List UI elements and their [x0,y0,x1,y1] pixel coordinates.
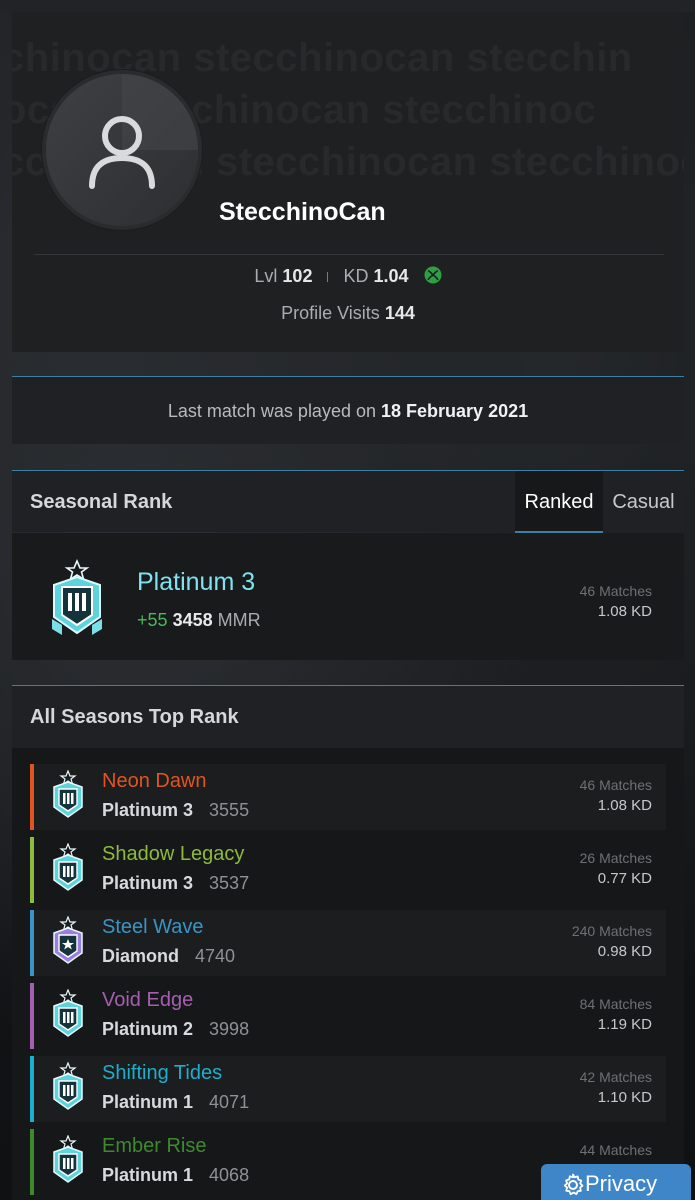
privacy-button[interactable]: Privacy [541,1164,691,1200]
season-rank: Platinum 3 3555 [102,800,249,821]
kd-value: 1.08 KD [597,603,652,620]
mmr-label: MMR [217,610,261,630]
matches-count: 46 Matches [579,777,652,793]
kd-value: 1.19 KD [597,1016,652,1033]
season-row[interactable]: Void Edge Platinum 2 3998 84 Matches 1.19 KD [30,983,666,1049]
profile-visits: Profile Visits 144 [12,303,684,324]
tab-casual[interactable]: Casual [603,471,684,533]
season-name: Shifting Tides [102,1062,223,1084]
platinum-rank-icon [53,843,83,891]
season-mmr: 4068 [209,1165,250,1185]
tab-ranked[interactable]: Ranked [515,471,603,533]
privacy-label: Privacy [585,1171,658,1196]
platinum-rank-icon [53,770,83,818]
user-icon [46,74,198,226]
diamond-rank-icon [53,916,83,964]
season-rank-name: Platinum 1 [102,1092,194,1112]
last-match-prefix: Last match was played on [167,401,376,421]
all-seasons-header: All Seasons Top Rank [12,685,684,748]
kd-value: 0.77 KD [597,870,652,887]
matches-count: 42 Matches [579,1069,652,1085]
gear-icon [563,1173,584,1196]
platinum-rank-icon [53,1062,83,1110]
season-color-bar [30,1129,34,1195]
season-meta: 42 Matches 1.10 KD [580,1069,652,1106]
top-bar [0,0,695,12]
season-meta: 26 Matches 0.77 KD [580,850,652,887]
season-rank-name: Diamond [102,946,180,966]
mmr-gain: +55 [137,610,168,630]
platinum-rank-icon [53,1135,83,1183]
matches-count: 26 Matches [579,850,652,866]
season-name: Neon Dawn [102,770,207,792]
matches-count: 46 Matches [579,583,652,599]
season-color-bar [30,910,34,976]
avatar [42,70,202,230]
matches-count: 84 Matches [579,996,652,1012]
profile-card: chinocan stecchinocan stecchin ocan stec… [12,12,684,352]
mmr-value: 3458 [172,610,213,630]
season-meta: 84 Matches 1.19 KD [580,996,652,1033]
season-color-bar [30,983,34,1049]
platinum-rank-icon [53,989,83,1037]
season-row[interactable]: Steel Wave Diamond 4740 240 Matches 0.98 KD [30,910,666,976]
season-mmr: 3555 [209,800,250,820]
matches-count: 240 Matches [571,923,652,939]
season-name: Ember Rise [102,1135,207,1157]
season-color-bar [30,837,34,903]
visits-value: 144 [384,303,415,323]
xbox-icon [424,266,442,284]
season-row[interactable]: Shadow Legacy Platinum 3 3537 26 Matches 0.7… [30,837,666,903]
last-match-card: Last match was played on 18 February 202… [12,376,684,444]
season-name: Steel Wave [102,916,204,938]
season-mmr: 3537 [209,873,250,893]
platinum-rank-icon [52,559,102,635]
level-label: Lvl [254,266,278,286]
visits-label: Profile Visits [281,303,380,323]
kd-value: 1.10 KD [597,1089,652,1106]
season-rank-name: Platinum 3 [102,800,194,820]
stat-separator [327,272,329,283]
season-rank: Diamond 4740 [102,946,235,967]
kd-label: KD [343,266,369,286]
season-rank: Platinum 3 3537 [102,873,249,894]
seasonal-rank-body: Platinum 3 +55 3458 MMR 46 Matches 1.08 … [12,533,684,660]
season-meta: 46 Matches 1.08 KD [580,777,652,814]
season-rank-name: Platinum 3 [102,873,194,893]
all-seasons-list: Neon Dawn Platinum 3 3555 46 Matches 1.08 KD… [12,748,684,1200]
kd-value: 1.08 KD [597,797,652,814]
season-color-bar [30,1056,34,1122]
season-rank: Platinum 1 4071 [102,1092,249,1113]
kd-value: 1.04 [373,266,409,286]
section-title: Seasonal Rank [30,491,173,513]
season-mmr: 4740 [195,946,236,966]
season-meta: 44 Matches [580,1142,652,1162]
season-mmr: 3998 [209,1019,250,1039]
last-match-date: 18 February 2021 [381,401,529,421]
matches-count: 44 Matches [579,1142,652,1158]
season-mmr: 4071 [209,1092,250,1112]
username: StecchinoCan [219,198,386,226]
season-color-bar [30,764,34,830]
season-row[interactable]: Neon Dawn Platinum 3 3555 46 Matches 1.08 KD [30,764,666,830]
current-rank-name: Platinum 3 [137,568,256,596]
season-meta: 240 Matches 0.98 KD [572,923,652,960]
seasonal-meta: 46 Matches 1.08 KD [580,583,652,620]
season-name: Void Edge [102,989,194,1011]
season-row[interactable]: Shifting Tides Platinum 1 4071 42 Matches 1.… [30,1056,666,1122]
section-title: All Seasons Top Rank [30,706,239,728]
profile-stats: Lvl 102 KD 1.04 [12,266,684,287]
current-mmr: +55 3458 MMR [137,610,261,631]
season-rank: Platinum 2 3998 [102,1019,249,1040]
kd-value: 0.98 KD [597,943,652,960]
season-rank: Platinum 1 4068 [102,1165,249,1186]
divider [34,254,664,255]
last-match-text: Last match was played on 18 February 202… [12,401,684,422]
season-name: Shadow Legacy [102,843,245,865]
season-rank-name: Platinum 2 [102,1019,194,1039]
level-value: 102 [282,266,313,286]
season-rank-name: Platinum 1 [102,1165,194,1185]
seasonal-rank-header: Seasonal Rank Ranked Casual [12,470,684,533]
